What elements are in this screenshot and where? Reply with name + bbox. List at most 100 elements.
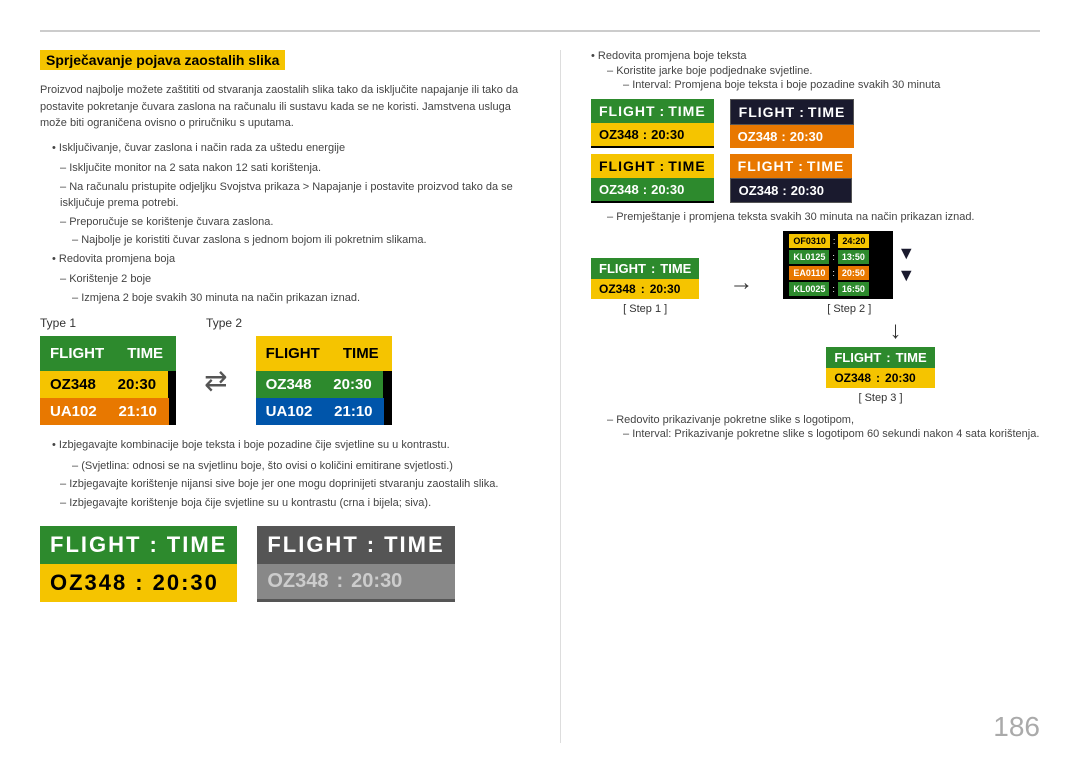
bb2-h-colon: : [363, 532, 380, 558]
bb1-r1-colon: : [131, 570, 148, 596]
s2-r4-col2: 16:50 [838, 282, 869, 296]
final-bullet: Redovito prikazivanje pokretne slike s l… [607, 414, 1040, 426]
t1-row2-col1: UA102 [40, 398, 107, 425]
right-column: Redovita promjena boje teksta Koristite … [560, 50, 1040, 743]
content-wrapper: Sprječavanje pojava zaostalih slika Proi… [40, 50, 1040, 743]
color-board-4: FLIGHT : TIME OZ348 : 20:30 [730, 154, 853, 203]
color-boards-grid: FLIGHT : TIME OZ348 : 20:30 FLI [591, 99, 1040, 203]
cb4-r2: 20:30 [791, 183, 824, 198]
right-bullet-1: Redovita promjena boje teksta [591, 50, 1040, 62]
bb2-r1-col2: 20:30 [351, 570, 402, 593]
bb1-r1-col2: 20:30 [153, 570, 219, 596]
section-title: Sprječavanje pojava zaostalih slika [40, 50, 285, 70]
bullet-1: Isključivanje, čuvar zaslona i način rad… [52, 140, 530, 157]
bullet-2: Redovita promjena boja [52, 251, 530, 268]
cb1-h1: FLIGHT [599, 103, 656, 119]
color-board-3: FLIGHT : TIME OZ348 : 20:30 [591, 154, 714, 203]
big-board-2: FLIGHT : TIME OZ348 : 20:30 [257, 526, 454, 602]
bb1-h-colon: : [145, 532, 162, 558]
bottom-boards: FLIGHT : TIME OZ348 : 20:30 FLIGHT : [40, 526, 530, 602]
bb2-h-col2: TIME [384, 532, 445, 558]
t2-row1-col2: 20:30 [321, 371, 383, 398]
dash-2-1: Korištenje 2 boje [60, 271, 530, 288]
s1-r1: OZ348 [599, 282, 636, 296]
t1-header-col2: TIME [114, 340, 176, 367]
bb2-h-col1: FLIGHT [267, 532, 358, 558]
cb4-r1: OZ348 [739, 183, 779, 198]
step2-to-step3-arrow: ↓ [751, 317, 1040, 345]
cb2-r1: OZ348 [738, 129, 778, 144]
cb4-h2: TIME [807, 158, 844, 174]
t1-row1-col2: 20:30 [106, 371, 168, 398]
t2-row2-col2: 21:10 [322, 398, 384, 425]
bb1-r1-col1: OZ348 [50, 570, 127, 596]
type-labels: Type 1 Type 2 [40, 316, 530, 330]
s2-r2-col1: KL0125 [789, 250, 829, 264]
cb4-h1: FLIGHT [738, 158, 795, 174]
flight-board-type2: FLIGHT TIME OZ348 20:30 UA102 21:10 [256, 336, 392, 425]
double-arrow-down-2: ▼ [897, 266, 915, 284]
dash-4: Izbjegavajte korištenje boja čije svjetl… [60, 495, 530, 512]
s1-r2: 20:30 [650, 282, 681, 296]
step1-to-step2-arrow: → [729, 269, 753, 297]
right-sub-1: Interval: Promjena boje teksta i boje po… [623, 79, 1040, 91]
s3-r2: 20:30 [885, 371, 916, 385]
sub-1: Najbolje je koristiti čuvar zaslona s je… [72, 232, 530, 249]
s2-r3-col2: 20:50 [838, 266, 869, 280]
s3-h1: FLIGHT [834, 350, 881, 365]
t2-header-col1: FLIGHT [256, 340, 330, 367]
cb1-r2: 20:30 [651, 127, 684, 142]
intro-text: Proizvod najbolje možete zaštititi od st… [40, 82, 530, 132]
s3-h2: TIME [896, 350, 927, 365]
bb2-r1-col1: OZ348 [267, 570, 328, 593]
dash-1-3: Preporučuje se korištenje čuvara zaslona… [60, 214, 530, 231]
s1-h2: TIME [660, 261, 691, 276]
cb2-h2: TIME [808, 104, 845, 120]
sub-2: Izmjena 2 boje svakih 30 minuta na način… [72, 290, 530, 307]
sub-3: (Svjetlina: odnosi se na svjetlinu boje,… [72, 458, 530, 475]
t1-row2-col2: 21:10 [107, 398, 169, 425]
cb3-h2: TIME [668, 158, 705, 174]
double-arrow-down-1: ▼ [897, 244, 915, 262]
cb1-r1: OZ348 [599, 127, 639, 142]
step3-container: FLIGHT : TIME OZ348 : 20:30 [ Step 3 ] [721, 347, 1040, 404]
s2-r1-col1: OF0310 [789, 234, 830, 248]
cb2-h1: FLIGHT [739, 104, 796, 120]
step2-label: [ Step 2 ] [827, 303, 871, 315]
cb1-h2: TIME [668, 103, 705, 119]
t2-row1-col1: OZ348 [256, 371, 322, 398]
s2-r2-col2: 13:50 [838, 250, 869, 264]
step2-board: OF0310 : 24:20 KL0125 : 13:50 [783, 231, 893, 299]
cb3-r2: 20:30 [651, 182, 684, 197]
step3-board: FLIGHT : TIME OZ348 : 20:30 [826, 347, 934, 388]
t2-row2-col1: UA102 [256, 398, 323, 425]
steps-section: FLIGHT : TIME OZ348 : 20:30 [ Step 1 ] [591, 231, 1040, 440]
type1-label: Type 1 [40, 316, 76, 330]
big-board-1: FLIGHT : TIME OZ348 : 20:30 [40, 526, 237, 602]
cb3-h1: FLIGHT [599, 158, 656, 174]
s1-h1: FLIGHT [599, 261, 646, 276]
color-board-1: FLIGHT : TIME OZ348 : 20:30 [591, 99, 714, 148]
bb1-h-col1: FLIGHT [50, 532, 141, 558]
step1-label: [ Step 1 ] [623, 303, 667, 315]
type2-label: Type 2 [206, 316, 242, 330]
t2-header-col2: TIME [330, 340, 392, 367]
swap-arrow-icon: ⇄ [196, 364, 235, 397]
cb2-r2: 20:30 [790, 129, 823, 144]
final-sub: Interval: Prikazivanje pokretne slike s … [623, 428, 1040, 440]
s2-r1-col2: 24:20 [838, 234, 869, 248]
note-dash: Premještanje i promjena teksta svakih 30… [607, 211, 1040, 223]
t1-header-col1: FLIGHT [40, 340, 114, 367]
page-container: Sprječavanje pojava zaostalih slika Proi… [0, 0, 1080, 763]
right-dash-1: Koristite jarke boje podjednake svjetlin… [607, 65, 1040, 77]
s2-r4-col1: KL0025 [789, 282, 829, 296]
cb3-r1: OZ348 [599, 182, 639, 197]
dash-1-1: Isključite monitor na 2 sata nakon 12 sa… [60, 160, 530, 177]
dash-1-2: Na računalu pristupite odjeljku Svojstva… [60, 179, 530, 212]
left-column: Sprječavanje pojava zaostalih slika Proi… [40, 50, 530, 743]
bullet-3: Izbjegavajte kombinacije boje teksta i b… [52, 437, 530, 454]
bb2-r1-colon: : [332, 570, 347, 593]
t1-row1-col1: OZ348 [40, 371, 106, 398]
s2-r3-col1: EA0110 [789, 266, 829, 280]
step1-board: FLIGHT : TIME OZ348 : 20:30 [591, 258, 699, 299]
